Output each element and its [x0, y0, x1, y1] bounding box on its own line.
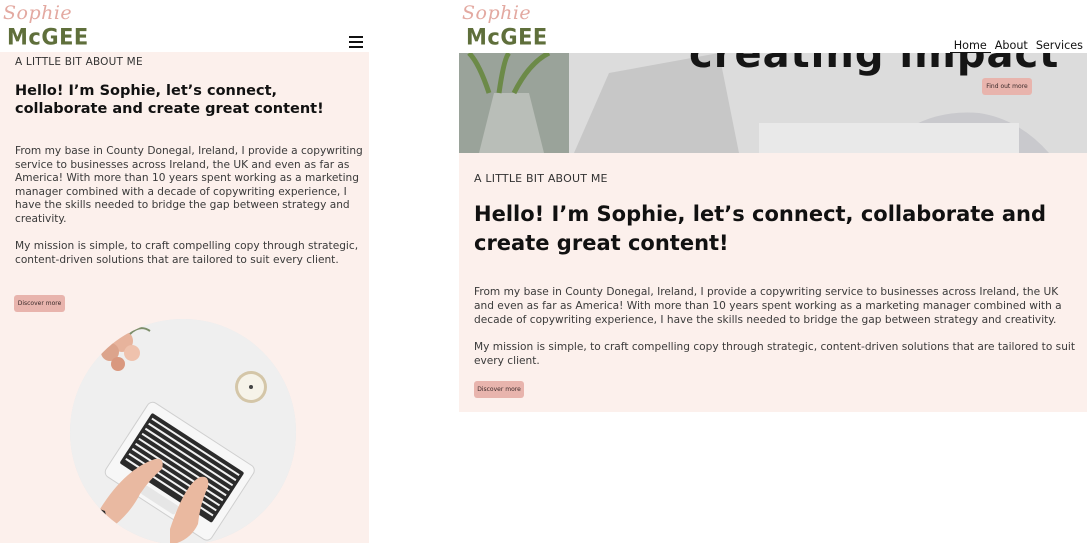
about-paragraph-1: From my base in County Donegal, Ireland,… — [15, 145, 363, 225]
logo-block-text: McGEE — [466, 24, 548, 50]
nav-services[interactable]: Services — [1032, 39, 1087, 53]
logo-script-text: Sophie — [462, 2, 532, 24]
discover-more-button[interactable]: Discover more — [474, 381, 524, 398]
hamburger-bar — [349, 36, 363, 38]
section-heading: Hello! I’m Sophie, let’s connect, collab… — [474, 202, 1047, 255]
hamburger-bar — [349, 41, 363, 43]
section-eyebrow: A LITTLE BIT ABOUT ME — [474, 172, 608, 185]
desktop-view: creating impact Find out more Sophie McG… — [459, 0, 1087, 543]
about-section: A LITTLE BIT ABOUT ME Hello! I’m Sophie,… — [459, 153, 1087, 412]
nav-home[interactable]: Home — [949, 39, 991, 53]
hero-banner: creating impact Find out more — [459, 53, 1087, 153]
laptop-typing-photo — [70, 319, 296, 543]
logo-block-text: McGEE — [7, 24, 89, 50]
hero-heading: creating impact — [689, 53, 1060, 77]
section-heading: Hello! I’m Sophie, let’s connect, collab… — [15, 83, 324, 117]
discover-more-button[interactable]: Discover more — [14, 295, 65, 312]
about-paragraph-1: From my base in County Donegal, Ireland,… — [474, 286, 1062, 326]
about-section: A LITTLE BIT ABOUT ME Hello! I’m Sophie,… — [0, 52, 369, 543]
nav-about[interactable]: About — [991, 39, 1032, 53]
find-out-more-button[interactable]: Find out more — [982, 78, 1032, 95]
hamburger-icon[interactable] — [349, 36, 363, 48]
hamburger-bar — [349, 46, 363, 48]
site-logo[interactable]: Sophie McGEE — [462, 2, 547, 51]
logo-script-text: Sophie — [3, 2, 73, 24]
about-paragraph-2: My mission is simple, to craft compellin… — [474, 341, 1076, 367]
section-eyebrow: A LITTLE BIT ABOUT ME — [15, 56, 143, 68]
site-logo[interactable]: Sophie McGEE — [3, 2, 88, 51]
main-nav: Home About Services — [949, 39, 1087, 53]
laptop-typing-illustration — [70, 319, 296, 543]
mobile-view: Sophie McGEE A LITTLE BIT ABOUT ME Hello… — [0, 0, 369, 543]
about-paragraph-2: My mission is simple, to craft compellin… — [15, 240, 359, 266]
